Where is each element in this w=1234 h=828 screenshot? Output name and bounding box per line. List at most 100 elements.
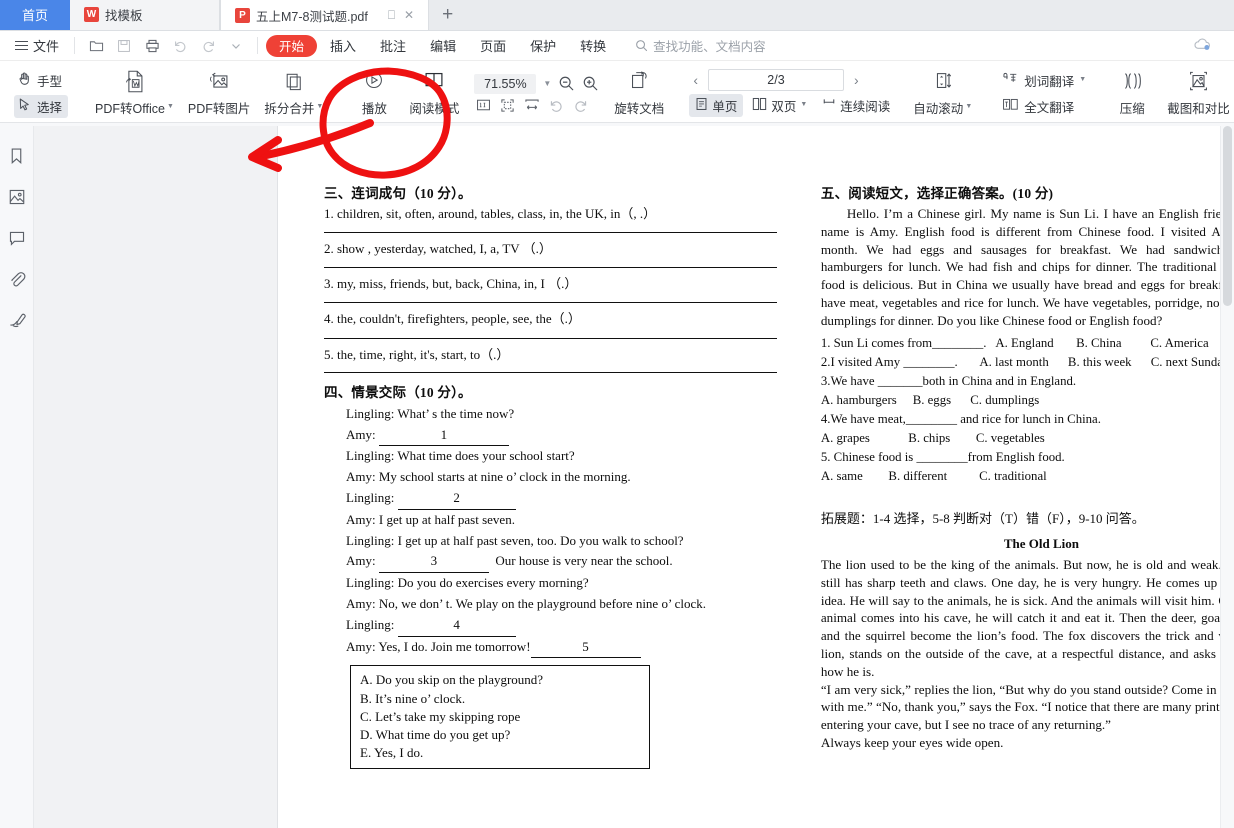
hamburger-icon (15, 40, 28, 51)
menu-item-edit[interactable]: 编辑 (419, 35, 467, 57)
signature-icon[interactable] (5, 308, 29, 332)
new-tab-button[interactable]: + (429, 0, 466, 30)
zoom-in-icon[interactable] (582, 75, 599, 92)
tab-bar: 首页 W 找模板 P 五上M7-8测试题.pdf ⎕ ✕ + (0, 0, 1234, 31)
auto-scroll-button[interactable]: 自动滚动 ▼ (907, 64, 978, 122)
comment-icon[interactable] (5, 226, 29, 250)
search-box[interactable]: 查找功能、文档内容 (635, 36, 766, 55)
print-icon[interactable] (139, 34, 165, 58)
chevron-down-icon[interactable]: ▼ (543, 79, 551, 88)
attachment-icon[interactable] (5, 267, 29, 291)
menu-item-protect[interactable]: 保护 (519, 35, 567, 57)
hand-tool-button[interactable]: 手型 (14, 69, 68, 92)
restore-window-icon[interactable]: ⎕ (388, 8, 395, 23)
option-item: E. Yes, I do. (360, 745, 424, 761)
pdf-to-office-icon (120, 66, 148, 96)
save-icon[interactable] (111, 34, 137, 58)
hand-tool-label: 手型 (37, 74, 63, 89)
rotate-right-icon[interactable] (573, 98, 588, 113)
compress-label: 压缩 (1119, 102, 1145, 116)
chevron-down-icon[interactable]: ▼ (167, 103, 174, 110)
chevron-left-icon[interactable]: ‹ (689, 72, 702, 88)
play-button[interactable]: 播放 (347, 64, 401, 122)
chevron-down-icon[interactable]: ▼ (316, 103, 323, 110)
menu-item-convert[interactable]: 转换 (569, 35, 617, 57)
dual-page-button[interactable]: 双页 ▼ (746, 94, 813, 117)
menu-item-start[interactable]: 开始 (266, 34, 318, 57)
dialogue-line: Lingling: What’ s the time now? (346, 405, 515, 421)
screenshot-compare-icon (1185, 66, 1212, 96)
bookmark-icon[interactable] (5, 144, 29, 168)
document-left-column: 三、连词成句（10 分）。 1. children, sit, often, a… (324, 182, 777, 770)
menu-item-insert[interactable]: 插入 (319, 35, 367, 57)
word-translate-button[interactable]: 划词翻译 ▼ (999, 69, 1092, 92)
dialogue-line: Lingling: Do you do exercises every morn… (346, 575, 589, 591)
question-line: 5. Chinese food is ________from English … (820, 449, 1065, 464)
menu-bar: 文件 开始 插入 批注 编辑 页面 保护 转换 查找功能、文档内容 (0, 31, 1234, 61)
thumbnail-image-icon[interactable] (5, 185, 29, 209)
tab-find-template[interactable]: W 找模板 (70, 0, 220, 30)
scrollbar-thumb[interactable] (1223, 126, 1232, 306)
left-sidebar (0, 126, 34, 828)
answer-blank: 1 (378, 425, 509, 447)
menu-item-comment[interactable]: 批注 (369, 35, 417, 57)
dialogue-line: Lingling: 4 (346, 615, 777, 637)
question-line: A. hamburgers B. eggs C. dumplings (820, 392, 1040, 407)
chevron-down-icon[interactable]: ▼ (800, 101, 807, 108)
page-number-input[interactable]: 2/3 (707, 69, 844, 91)
rotate-document-button[interactable]: 旋转文档 (608, 64, 670, 122)
screenshot-compare-label: 截图和对比 (1167, 102, 1230, 116)
ribbon-group-translate: 划词翻译 ▼ 全文翻译 (991, 64, 1100, 122)
dialogue-line: Amy: My school starts at nine o’ clock i… (346, 469, 631, 485)
tab-home[interactable]: 首页 (0, 0, 70, 30)
divider (257, 37, 259, 54)
chevron-down-icon[interactable]: ▼ (1079, 76, 1086, 83)
tab-pdf-document[interactable]: P 五上M7-8测试题.pdf ⎕ ✕ (220, 0, 430, 30)
dialogue-line: Amy: 3 Our house is very near the school… (346, 551, 777, 574)
file-menu-button[interactable]: 文件 (8, 34, 66, 58)
open-folder-icon[interactable] (83, 34, 109, 58)
fit-width-icon[interactable] (524, 98, 540, 113)
story-paragraph: “I am very sick,” replies the lion, “But… (820, 681, 1234, 733)
menu-item-page[interactable]: 页面 (469, 35, 517, 57)
screenshot-compare-button[interactable]: 截图和对比 (1161, 64, 1234, 122)
chevron-down-icon[interactable]: ▼ (965, 103, 972, 110)
file-menu-label: 文件 (33, 39, 60, 54)
pdf-to-office-button[interactable]: PDF转Office ▼ (89, 64, 180, 122)
single-page-button[interactable]: 单页 (689, 94, 744, 117)
divider (74, 37, 76, 54)
answer-rule (324, 302, 777, 304)
pdf-to-image-button[interactable]: PDF转图片 (182, 64, 257, 122)
play-icon (361, 66, 387, 96)
vertical-scrollbar[interactable] (1220, 126, 1234, 828)
question-line: A. grapes B. chips C. vegetables (820, 430, 1045, 445)
document-canvas[interactable]: 三、连词成句（10 分）。 1. children, sit, often, a… (34, 126, 1234, 828)
chevron-right-icon[interactable]: › (850, 72, 863, 88)
select-tool-button[interactable]: 选择 (14, 94, 69, 118)
fit-page-icon[interactable] (500, 98, 515, 113)
answer-blank: 3 (378, 551, 489, 574)
full-translate-button[interactable]: 全文翻译 (999, 95, 1092, 118)
answer-rule (324, 371, 777, 373)
actual-size-icon[interactable] (476, 98, 491, 112)
undo-icon[interactable] (167, 34, 193, 58)
split-merge-button[interactable]: 拆分合并 ▼ (258, 64, 329, 122)
ribbon-group-convert: PDF转Office ▼ PDF转图片 拆分合并 ▼ (84, 64, 334, 122)
ribbon-group-view: 播放 阅读模式 (342, 64, 470, 122)
reading-mode-button[interactable]: 阅读模式 (403, 64, 465, 122)
continuous-scroll-button[interactable]: 连续阅读 (816, 94, 896, 117)
close-tab-icon[interactable]: ✕ (404, 8, 414, 22)
customize-chevron-icon[interactable] (223, 34, 249, 58)
compress-button[interactable]: 压缩 (1105, 64, 1159, 122)
zoom-out-icon[interactable] (558, 75, 575, 92)
pdf-file-icon: P (235, 7, 250, 23)
redo-icon[interactable] (195, 34, 221, 58)
sentence-item: 3. my, miss, friends, but, back, China, … (324, 276, 578, 292)
section-5-heading: 五、阅读短文，选择正确答案。(10 分) (820, 186, 1054, 201)
zoom-level-input[interactable]: 71.55% (474, 73, 537, 94)
story-paragraph: The lion used to be the king of the anim… (820, 557, 1234, 679)
section-3-heading: 三、连词成句（10 分）。 (324, 186, 472, 201)
cloud-sync-icon[interactable] (1193, 37, 1212, 57)
rotate-left-icon[interactable] (549, 98, 564, 113)
tab-pdf-document-label: 五上M7-8测试题.pdf (256, 9, 368, 24)
